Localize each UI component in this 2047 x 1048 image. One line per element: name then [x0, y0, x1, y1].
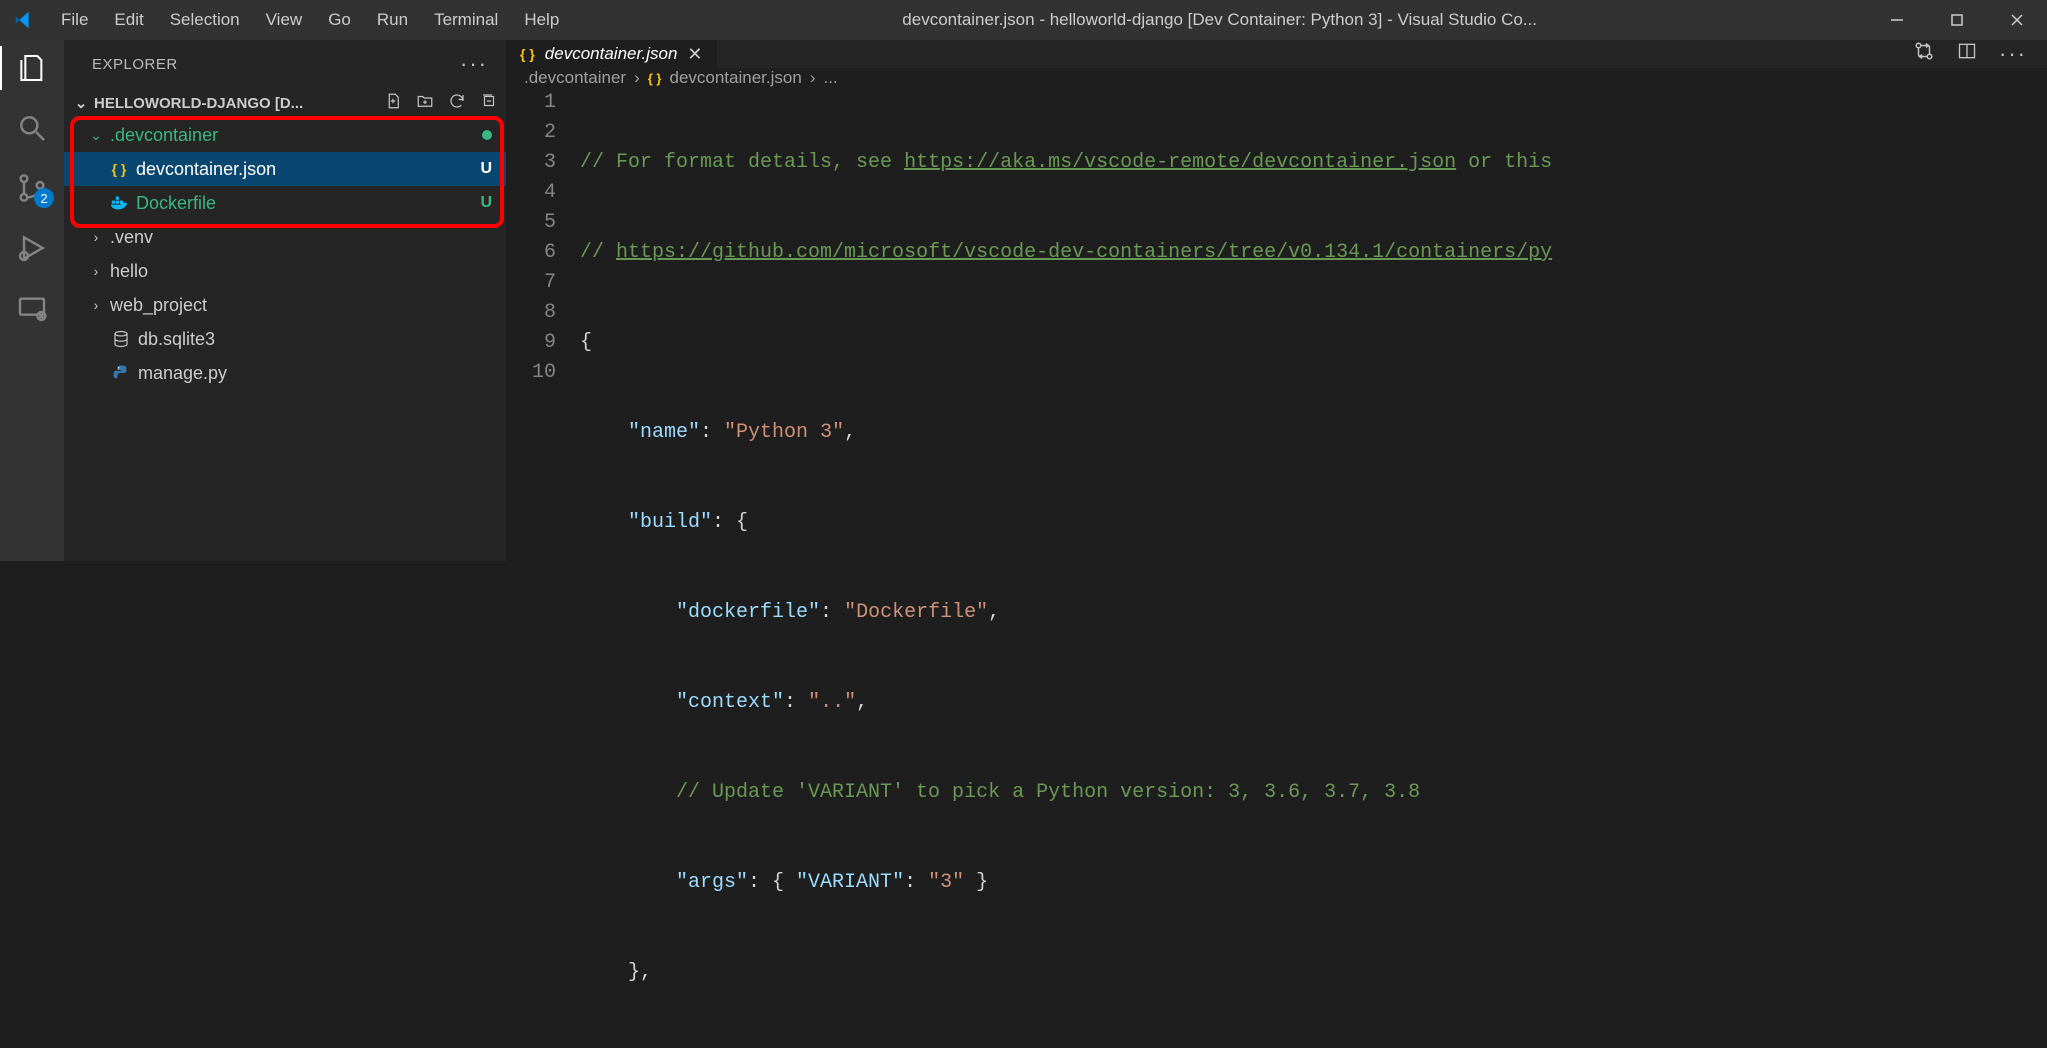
code-content[interactable]: // For format details, see https://aka.m…: [580, 88, 2047, 1048]
tree-file-db[interactable]: db.sqlite3: [64, 322, 506, 356]
menu-file[interactable]: File: [48, 0, 101, 40]
close-tab-icon[interactable]: ✕: [687, 44, 702, 65]
menu-run[interactable]: Run: [364, 0, 421, 40]
new-folder-icon[interactable]: [416, 92, 434, 115]
breadcrumbs[interactable]: .devcontainer › { } devcontainer.json › …: [506, 68, 2047, 88]
minimize-button[interactable]: [1867, 0, 1927, 40]
docker-file-icon: [108, 195, 130, 211]
breadcrumb-folder[interactable]: .devcontainer: [524, 68, 626, 88]
maximize-button[interactable]: [1927, 0, 1987, 40]
tree-label: manage.py: [138, 363, 492, 384]
sidebar-title-row: EXPLORER ···: [64, 40, 506, 88]
tree-label: db.sqlite3: [138, 329, 492, 350]
sidebar-more-icon[interactable]: ···: [460, 51, 488, 77]
chevron-right-icon: ›: [88, 297, 104, 313]
json-file-icon: { }: [648, 71, 662, 86]
tree-folder-web-project[interactable]: › web_project: [64, 288, 506, 322]
refresh-icon[interactable]: [448, 92, 466, 115]
menu-selection[interactable]: Selection: [157, 0, 253, 40]
close-button[interactable]: [1987, 0, 2047, 40]
tree-file-manage-py[interactable]: manage.py: [64, 356, 506, 390]
menu-edit[interactable]: Edit: [101, 0, 156, 40]
tree-folder-venv[interactable]: › .venv: [64, 220, 506, 254]
tab-devcontainer-json[interactable]: { } devcontainer.json ✕: [506, 40, 718, 68]
tree-label: hello: [110, 261, 492, 282]
menu-view[interactable]: View: [253, 0, 316, 40]
run-debug-icon[interactable]: [0, 232, 64, 264]
activity-bar: 2: [0, 40, 64, 561]
remote-explorer-icon[interactable]: [0, 292, 64, 324]
editor-tabs: { } devcontainer.json ✕ ···: [506, 40, 2047, 68]
window-title: devcontainer.json - helloworld-django [D…: [572, 10, 1867, 30]
new-file-icon[interactable]: [384, 92, 402, 115]
chevron-down-icon: ⌄: [88, 127, 104, 144]
sidebar-title: EXPLORER: [92, 56, 178, 73]
tree-label: web_project: [110, 295, 492, 316]
scm-badge: 2: [34, 188, 54, 208]
database-file-icon: [110, 330, 132, 348]
breadcrumb-tail[interactable]: ...: [823, 68, 837, 88]
title-bar: File Edit Selection View Go Run Terminal…: [0, 0, 2047, 40]
workspace-section-header[interactable]: ⌄ HELLOWORLD-DJANGO [D...: [64, 88, 506, 118]
chevron-right-icon: ›: [810, 68, 816, 88]
chevron-right-icon: ›: [88, 229, 104, 245]
tab-label: devcontainer.json: [545, 44, 678, 64]
tree-file-dockerfile[interactable]: Dockerfile U: [64, 186, 506, 220]
menu-go[interactable]: Go: [315, 0, 364, 40]
breadcrumb-file[interactable]: devcontainer.json: [669, 68, 801, 88]
git-status: U: [480, 160, 492, 178]
editor-actions: ···: [1893, 40, 2047, 68]
git-status: U: [480, 194, 492, 212]
tree-file-devcontainer-json[interactable]: { } devcontainer.json U: [64, 152, 506, 186]
tree-label: .devcontainer: [110, 125, 476, 146]
json-file-icon: { }: [108, 161, 130, 177]
menu-help[interactable]: Help: [511, 0, 572, 40]
tree-folder-hello[interactable]: › hello: [64, 254, 506, 288]
split-editor-icon[interactable]: [1957, 41, 1977, 67]
compare-changes-icon[interactable]: [1913, 40, 1935, 68]
editor-more-icon[interactable]: ···: [1999, 41, 2027, 67]
explorer-sidebar: EXPLORER ··· ⌄ HELLOWORLD-DJANGO [D... ⌄…: [64, 40, 506, 561]
tree-label: .venv: [110, 227, 492, 248]
tree-label: Dockerfile: [136, 193, 474, 214]
source-control-icon[interactable]: 2: [0, 172, 64, 204]
menu-terminal[interactable]: Terminal: [421, 0, 511, 40]
vscode-logo-icon: [0, 9, 48, 31]
explorer-icon[interactable]: [0, 52, 64, 84]
chevron-right-icon: ›: [634, 68, 640, 88]
search-icon[interactable]: [0, 112, 64, 144]
file-tree: ⌄ .devcontainer { } devcontainer.json U …: [64, 118, 506, 390]
line-number-gutter: 1 2 3 4 5 6 7 8 9 10: [506, 88, 580, 1048]
chevron-right-icon: ›: [88, 263, 104, 279]
collapse-all-icon[interactable]: [480, 92, 498, 115]
editor-area: { } devcontainer.json ✕ ··· .devcontaine…: [506, 40, 2047, 561]
chevron-down-icon: ⌄: [72, 94, 90, 112]
modified-dot-icon: [482, 130, 492, 140]
json-file-icon: { }: [520, 46, 535, 62]
tree-folder-devcontainer[interactable]: ⌄ .devcontainer: [64, 118, 506, 152]
python-file-icon: [110, 364, 132, 382]
workspace-name: HELLOWORLD-DJANGO [D...: [94, 95, 380, 112]
tree-label: devcontainer.json: [136, 159, 474, 180]
window-controls: [1867, 0, 2047, 40]
menu-bar: File Edit Selection View Go Run Terminal…: [48, 0, 572, 40]
code-editor[interactable]: 1 2 3 4 5 6 7 8 9 10 // For format detai…: [506, 88, 2047, 1048]
